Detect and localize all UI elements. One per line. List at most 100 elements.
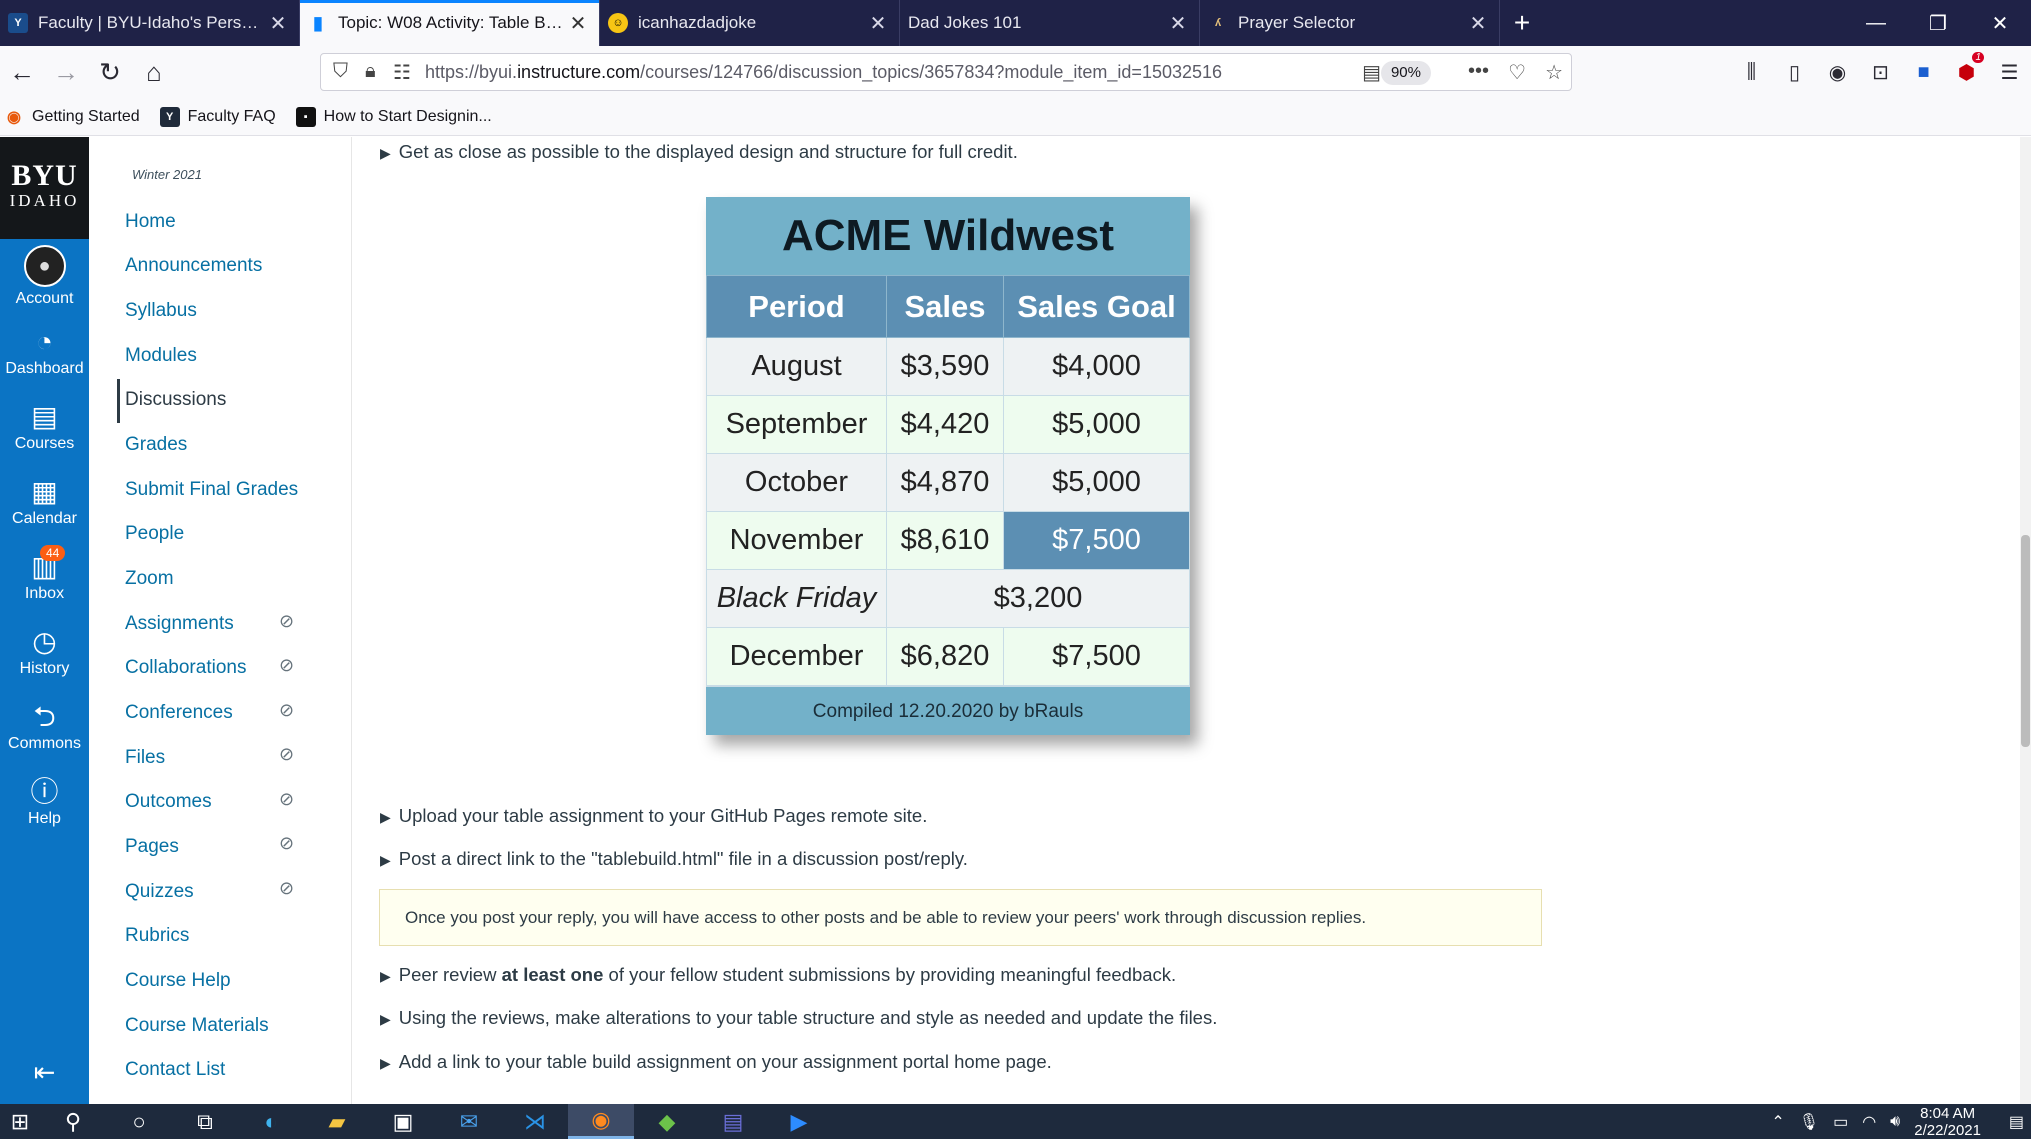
sidebar-icon[interactable]: ▯ [1773, 60, 1816, 85]
course-nav-conferences[interactable]: Conferences [125, 702, 233, 724]
tab-title: Topic: W08 Activity: Table Build [338, 13, 567, 32]
course-nav-rubrics[interactable]: Rubrics [125, 925, 189, 947]
close-tab-icon[interactable]: ✕ [867, 11, 889, 36]
tab-icanhazdadjoke[interactable]: ☺ icanhazdadjoke ✕ [600, 0, 900, 46]
tab-prayer-selector[interactable]: ʎ Prayer Selector ✕ [1200, 0, 1500, 46]
byu-idaho-logo[interactable]: BYU IDAHO [0, 137, 89, 239]
wifi-icon[interactable]: ◠ [1862, 1112, 1876, 1132]
shield-icon[interactable]: ⛉ [333, 60, 348, 83]
library-icon[interactable]: ⫼ [1730, 61, 1773, 84]
course-nav-quizzes[interactable]: Quizzes [125, 881, 194, 903]
teams-icon[interactable]: ▤ [700, 1104, 766, 1139]
course-nav-course-help[interactable]: Course Help [125, 970, 231, 992]
edge-icon[interactable]: ◐ [238, 1104, 304, 1139]
design-favicon-icon: ▪ [295, 106, 316, 127]
global-nav-calendar[interactable]: ▦ Calendar [0, 464, 89, 539]
minimize-icon[interactable]: — [1845, 0, 1907, 46]
close-tab-icon[interactable]: ✕ [567, 11, 589, 36]
restore-icon[interactable]: ❐ [1907, 0, 1969, 46]
extension-icon[interactable]: ⊡ [1859, 60, 1902, 85]
close-tab-icon[interactable]: ✕ [1167, 11, 1189, 36]
course-nav-announcements[interactable]: Announcements [125, 255, 262, 277]
extension-3-icon[interactable]: ⬢ 1 [1945, 51, 1988, 85]
collapse-icon[interactable]: ⇤ [0, 1057, 89, 1088]
bookmark-label: How to Start Designin... [323, 107, 492, 125]
course-nav-modules[interactable]: Modules [125, 345, 197, 367]
course-nav-people[interactable]: People [125, 523, 184, 545]
mail-icon[interactable]: ✉ [436, 1104, 502, 1139]
tab-table-build[interactable]: ▮ Topic: W08 Activity: Table Build ✕ [300, 0, 600, 46]
table-row: September $4,420 $5,000 [706, 395, 1190, 454]
url-bar[interactable]: ⛉ 🔒︎ ☷ https://byui.instructure.com/cour… [320, 53, 1572, 91]
course-nav-discussions[interactable]: Discussions [125, 389, 226, 411]
permissions-icon[interactable]: ☷ [393, 60, 411, 85]
close-window-icon[interactable]: ✕ [1969, 0, 2031, 46]
acme-table-caption: Compiled 12.20.2020 by bRauls [706, 686, 1190, 735]
course-nav-contact-list[interactable]: Contact List [125, 1059, 225, 1081]
new-tab-button[interactable]: + [1500, 0, 1544, 46]
logo-line-2: IDAHO [9, 191, 80, 210]
global-nav-inbox[interactable]: ▥ 44 Inbox [0, 539, 89, 614]
reader-view-icon[interactable]: ▤ [1362, 60, 1381, 85]
search-icon[interactable]: ⚲ [40, 1104, 106, 1139]
cell-period: October [706, 453, 887, 512]
course-nav-grades[interactable]: Grades [125, 434, 187, 456]
canvas-favicon-icon: ▮ [313, 12, 323, 33]
store-icon[interactable]: ▣ [370, 1104, 436, 1139]
course-nav-syllabus[interactable]: Syllabus [125, 300, 197, 322]
menu-icon[interactable]: ☰ [1988, 60, 2031, 85]
course-navigation: Winter 2021 Home Announcements Syllabus … [89, 137, 352, 1104]
course-nav-submit-final-grades[interactable]: Submit Final Grades [125, 479, 298, 501]
course-nav-files[interactable]: Files [125, 747, 165, 769]
bookmark-star-icon[interactable]: ☆ [1545, 60, 1563, 85]
course-nav-pages[interactable]: Pages [125, 836, 179, 858]
battery-icon[interactable]: ▭ [1833, 1112, 1848, 1132]
global-nav-courses[interactable]: ▤ Courses [0, 389, 89, 464]
reload-icon[interactable]: ↻ [88, 52, 132, 92]
scrollbar-thumb[interactable] [2021, 535, 2030, 747]
close-tab-icon[interactable]: ✕ [1467, 11, 1489, 36]
global-nav-dashboard[interactable]: ◔ Dashboard [0, 314, 89, 389]
global-nav-help[interactable]: ⓘ Help [0, 764, 89, 839]
back-icon[interactable]: ← [0, 52, 44, 92]
pocket-icon[interactable]: ♡ [1508, 60, 1526, 85]
course-nav-assignments[interactable]: Assignments [125, 613, 234, 635]
vscode-icon[interactable]: ⋊ [502, 1104, 568, 1139]
system-clock[interactable]: 8:04 AM 2/22/2021 [1914, 1105, 1981, 1139]
firefox-icon[interactable]: ◉ [568, 1104, 634, 1139]
tab-dad-jokes[interactable]: Dad Jokes 101 ✕ [900, 0, 1200, 46]
git-icon[interactable]: ◆ [634, 1104, 700, 1139]
discussion-content: ▶ Get as close as possible to the display… [352, 137, 1992, 1104]
course-nav-home[interactable]: Home [125, 211, 176, 233]
account-icon[interactable]: ◉ [1816, 60, 1859, 85]
file-explorer-icon[interactable]: ▰ [304, 1104, 370, 1139]
zoom-app-icon[interactable]: ▶ [766, 1104, 832, 1139]
url-text[interactable]: https://byui.instructure.com/courses/124… [425, 62, 1222, 83]
close-tab-icon[interactable]: ✕ [267, 11, 289, 36]
notifications-icon[interactable]: ▤ [2009, 1112, 2024, 1132]
global-nav-commons[interactable]: ⮌ Commons [0, 689, 89, 764]
tab-faculty[interactable]: Y Faculty | BYU-Idaho's Personaliz ✕ [0, 0, 300, 46]
windows-start-icon[interactable]: ⊞ [0, 1104, 40, 1139]
zoom-level[interactable]: 90% [1380, 61, 1431, 85]
bookmark-getting-started[interactable]: ◉ Getting Started [4, 107, 140, 127]
microphone-icon[interactable]: 🎙︎ [1799, 1112, 1819, 1132]
task-view-icon[interactable]: ⧉ [172, 1104, 238, 1139]
more-actions-icon[interactable]: ••• [1468, 60, 1489, 83]
home-icon[interactable]: ⌂ [132, 52, 176, 92]
cortana-icon[interactable]: ○ [106, 1104, 172, 1139]
tray-chevron-icon[interactable]: ⌃ [1771, 1112, 1784, 1132]
forward-icon[interactable]: → [44, 52, 88, 92]
reply-notice: Once you post your reply, you will have … [379, 889, 1542, 946]
lock-icon[interactable]: 🔒︎ [365, 60, 376, 83]
course-nav-collaborations[interactable]: Collaborations [125, 657, 246, 679]
bookmark-faculty-faq[interactable]: Y Faculty FAQ [159, 106, 276, 127]
bookmark-how-to-start[interactable]: ▪ How to Start Designin... [295, 106, 492, 127]
course-nav-course-materials[interactable]: Course Materials [125, 1015, 269, 1037]
global-nav-account[interactable]: ● Account [0, 239, 89, 314]
volume-icon[interactable]: 🔊︎ [1890, 1113, 1900, 1131]
extension-2-icon[interactable]: ■ [1902, 61, 1945, 84]
global-nav-history[interactable]: ◷ History [0, 614, 89, 689]
course-nav-outcomes[interactable]: Outcomes [125, 791, 212, 813]
course-nav-zoom[interactable]: Zoom [125, 568, 174, 590]
